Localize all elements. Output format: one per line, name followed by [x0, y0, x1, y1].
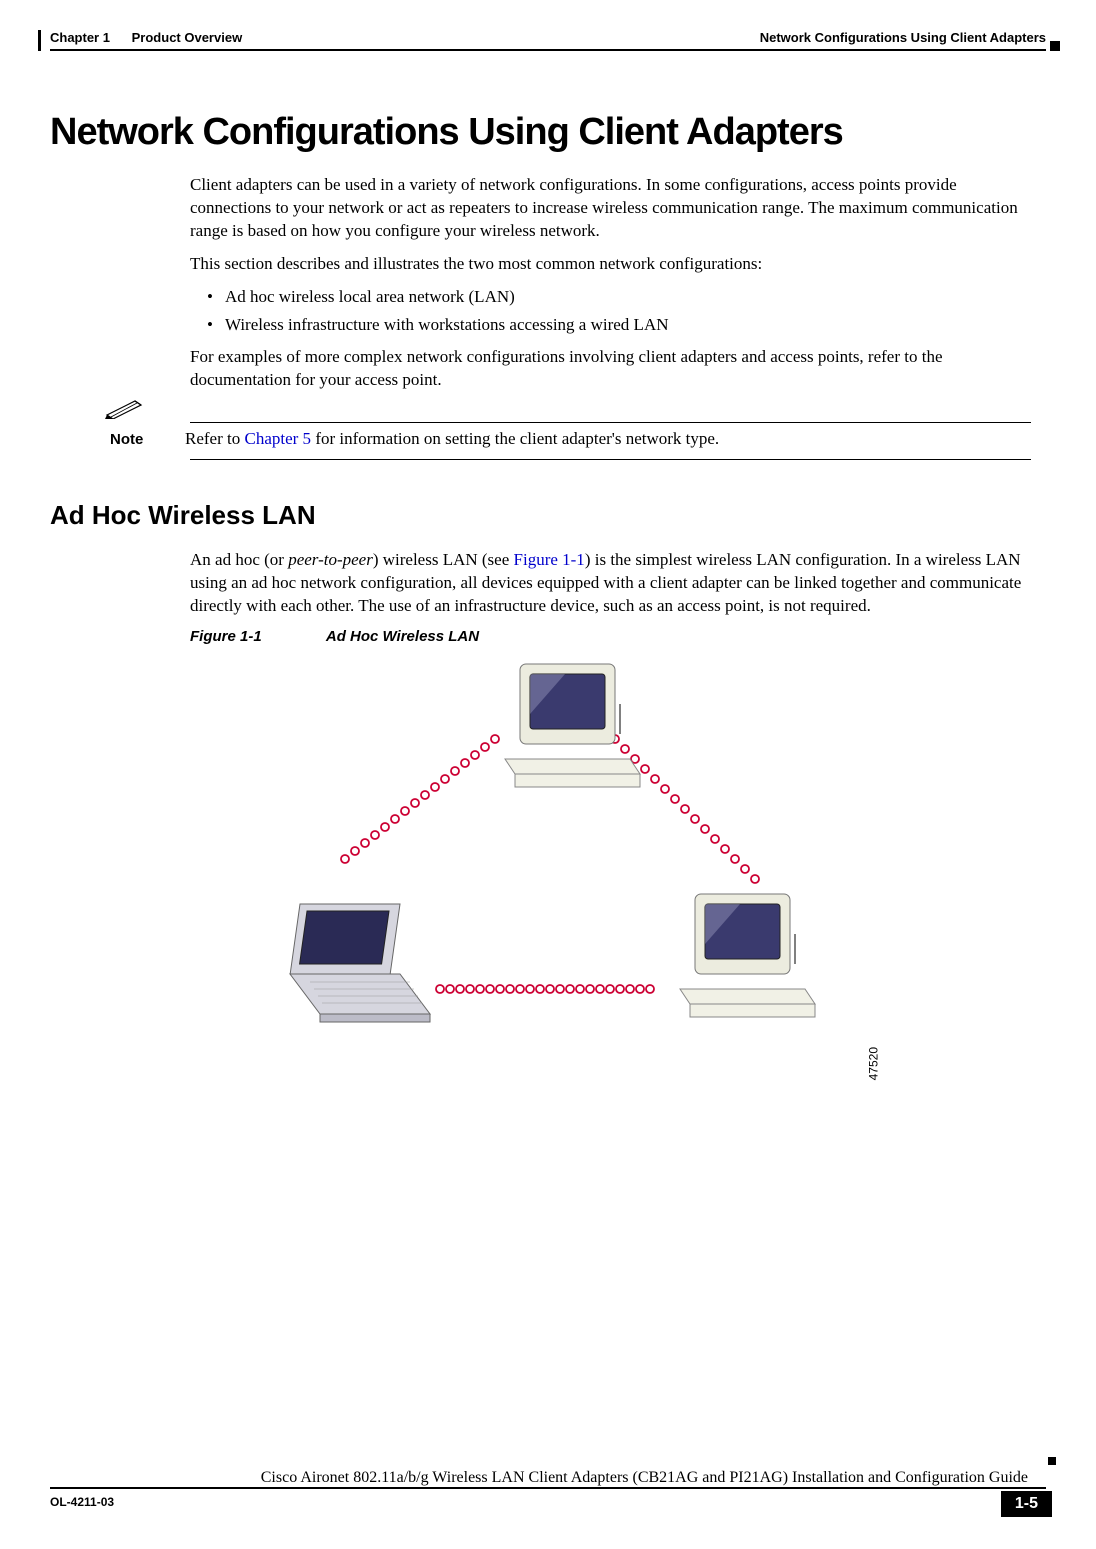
wireless-link-right	[611, 735, 759, 883]
pencil-icon	[105, 397, 149, 419]
figure-number: Figure 1-1	[190, 628, 322, 645]
desktop-pc-right-icon	[680, 894, 815, 1017]
header-right: Network Configurations Using Client Adap…	[760, 30, 1046, 45]
bullet-text-2: Wireless infrastructure with workstation…	[225, 314, 669, 336]
figure-1-1-link[interactable]: Figure 1-1	[514, 550, 585, 569]
figure-image-id: 47520	[866, 1047, 880, 1080]
note-block: Note Refer to Chapter 5 for information …	[110, 422, 1031, 460]
chapter-title: Product Overview	[132, 30, 243, 45]
adhoc-text-b: ) wireless LAN (see	[373, 550, 514, 569]
subsection-title: Ad Hoc Wireless LAN	[50, 500, 1046, 531]
note-text-after: for information on setting the client ad…	[311, 429, 719, 448]
intro-paragraph-1: Client adapters can be used in a variety…	[190, 174, 1031, 243]
page-footer: Cisco Aironet 802.11a/b/g Wireless LAN C…	[50, 1467, 1046, 1509]
note-rule-bottom	[190, 459, 1031, 460]
list-item: • Ad hoc wireless local area network (LA…	[207, 286, 1031, 308]
header-section: Network Configurations Using Client Adap…	[760, 30, 1046, 45]
page-number: 1-5	[1001, 1491, 1052, 1517]
note-text-before: Refer to	[185, 429, 244, 448]
config-list: • Ad hoc wireless local area network (LA…	[207, 286, 1031, 336]
wireless-link-bottom	[436, 985, 654, 993]
section-title: Network Configurations Using Client Adap…	[50, 111, 1046, 154]
bullet-text-1: Ad hoc wireless local area network (LAN)	[225, 286, 515, 308]
note-text: Refer to Chapter 5 for information on se…	[185, 429, 719, 449]
note-label: Note	[110, 429, 155, 448]
footer-guide-title: Cisco Aironet 802.11a/b/g Wireless LAN C…	[50, 1467, 1046, 1487]
note-label-text: Note	[110, 431, 143, 448]
adhoc-paragraph: An ad hoc (or peer-to-peer) wireless LAN…	[190, 549, 1031, 618]
desktop-pc-top-icon	[505, 664, 640, 787]
adhoc-diagram-svg	[250, 659, 870, 1079]
figure-title: Ad Hoc Wireless LAN	[326, 628, 479, 645]
page-header: Chapter 1 Product Overview Network Confi…	[50, 30, 1046, 51]
bullet-icon: •	[207, 314, 213, 336]
footer-marker-icon	[1048, 1457, 1056, 1465]
header-marker-icon	[1050, 41, 1060, 51]
list-item: • Wireless infrastructure with workstati…	[207, 314, 1031, 336]
footer-doc-number: OL-4211-03	[50, 1489, 114, 1509]
figure-diagram: 47520	[250, 659, 870, 1079]
chapter-5-link[interactable]: Chapter 5	[244, 429, 311, 448]
wireless-link-left	[341, 735, 500, 863]
adhoc-italic: peer-to-peer	[288, 550, 373, 569]
chapter-number: Chapter 1	[50, 30, 110, 45]
header-left: Chapter 1 Product Overview	[50, 30, 242, 45]
figure-caption: Figure 1-1 Ad Hoc Wireless LAN	[190, 628, 1046, 645]
laptop-icon	[290, 904, 430, 1022]
bullet-icon: •	[207, 286, 213, 308]
adhoc-text-a: An ad hoc (or	[190, 550, 288, 569]
intro-paragraph-2: This section describes and illustrates t…	[190, 253, 1031, 276]
intro-paragraph-3: For examples of more complex network con…	[190, 346, 1031, 392]
